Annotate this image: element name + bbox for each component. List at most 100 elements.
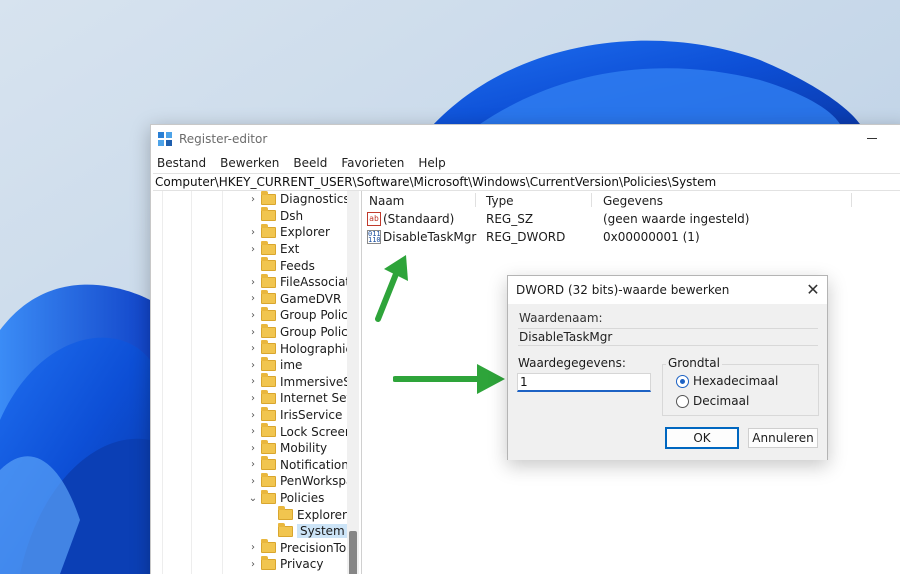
tree-expander-icon[interactable]: ›: [248, 542, 258, 553]
tree-item[interactable]: › Group Policy: [248, 323, 355, 341]
folder-icon: [261, 323, 276, 338]
folder-icon: [261, 290, 276, 305]
close-icon[interactable]: ✕: [805, 282, 821, 298]
folder-icon: [261, 539, 276, 554]
row-name: DisableTaskMgr: [383, 230, 477, 244]
tree-item-label: Diagnostics: [280, 192, 350, 207]
tree-item[interactable]: › FileAssociati: [248, 273, 353, 291]
tree-item-label: System: [297, 524, 348, 539]
radio-checked-icon: [676, 374, 689, 388]
tree-item-label: ime: [280, 358, 303, 373]
tree-expander-icon[interactable]: ›: [248, 559, 258, 570]
tree-expander-icon[interactable]: ›: [248, 244, 258, 255]
tree-item[interactable]: › Notifications: [248, 456, 356, 474]
list-header: Naam Type Gegevens: [363, 191, 900, 209]
minimize-button[interactable]: [863, 129, 883, 147]
folder-icon: [261, 423, 276, 438]
tree-expander-icon[interactable]: ⌄: [248, 493, 258, 504]
tree-expander-icon[interactable]: ›: [248, 310, 258, 321]
tree-item[interactable]: › ImmersiveSh: [248, 373, 359, 391]
tree-expander-icon[interactable]: ›: [248, 227, 258, 238]
dialog-title: DWORD (32 bits)-waarde bewerken: [516, 283, 730, 297]
tree-item[interactable]: › Internet Sett: [248, 389, 356, 407]
tree-scrollbar-thumb[interactable]: [349, 531, 357, 574]
tree-item[interactable]: Dsh: [248, 207, 303, 225]
menu-bewerken[interactable]: Bewerken: [220, 156, 279, 170]
tree-item-label: IrisService: [280, 408, 343, 423]
tree-item[interactable]: › Diagnostics: [248, 191, 350, 208]
tree-expander-icon[interactable]: ›: [248, 459, 258, 470]
tree-item-label: Privacy: [280, 557, 324, 572]
annotation-arrow-up: [375, 255, 408, 322]
tree-item[interactable]: › PenWorkspa: [248, 472, 353, 490]
menu-help[interactable]: Help: [418, 156, 445, 170]
tree-item[interactable]: › Explorer: [248, 223, 330, 241]
tree-scrollbar[interactable]: [347, 191, 359, 574]
folder-icon: [261, 373, 276, 388]
base-groupbox: [662, 364, 819, 416]
tree-expander-icon[interactable]: ›: [248, 293, 258, 304]
column-header-data[interactable]: Gegevens: [603, 194, 663, 208]
row-name: (Standaard): [383, 212, 455, 226]
tree-expander-icon[interactable]: ›: [248, 393, 258, 404]
tree-expander-icon[interactable]: ›: [248, 376, 258, 387]
list-row[interactable]: ab (Standaard) REG_SZ (geen waarde inges…: [363, 210, 900, 228]
folder-icon: [278, 506, 293, 521]
folder-icon: [261, 273, 276, 288]
tree-expander-icon[interactable]: ›: [248, 194, 258, 205]
value-data-label: Waardegegevens:: [518, 356, 626, 370]
tree-item-label: Policies: [280, 491, 325, 506]
annotation-arrow-right: [393, 364, 505, 394]
menu-bar: Bestand Bewerken Beeld Favorieten Help: [151, 153, 900, 173]
string-value-icon: ab: [367, 212, 381, 226]
menu-beeld[interactable]: Beeld: [293, 156, 327, 170]
column-header-type[interactable]: Type: [486, 194, 514, 208]
tree-item[interactable]: › ime: [248, 356, 303, 374]
cancel-button[interactable]: Annuleren: [748, 428, 818, 448]
address-bar[interactable]: Computer\HKEY_CURRENT_USER\Software\Micr…: [153, 173, 900, 191]
tree-item-label: Lock Screen: [280, 424, 353, 439]
row-data: (geen waarde ingesteld): [603, 212, 750, 226]
radio-hexadecimal[interactable]: Hexadecimaal: [676, 374, 778, 388]
menu-bestand[interactable]: Bestand: [157, 156, 206, 170]
tree-expander-icon[interactable]: ›: [248, 327, 258, 338]
tree-item[interactable]: › Ext: [248, 240, 300, 258]
radio-decimal[interactable]: Decimaal: [676, 394, 749, 408]
dialog-title-bar: DWORD (32 bits)-waarde bewerken: [508, 276, 827, 304]
tree-item-label: Group Policy: [280, 308, 355, 323]
tree-item[interactable]: ⌄ Policies: [248, 489, 325, 507]
tree-item[interactable]: Feeds: [248, 257, 315, 274]
folder-icon: [261, 489, 276, 504]
tree-expander-icon[interactable]: ›: [248, 476, 258, 487]
registry-editor-icon: [158, 132, 172, 146]
tree-expander-icon[interactable]: ›: [248, 343, 258, 354]
tree-item[interactable]: › Privacy: [248, 555, 324, 573]
tree-expander-icon[interactable]: ›: [248, 410, 258, 421]
value-name-field: DisableTaskMgr: [518, 328, 818, 346]
tree-expander-icon[interactable]: ›: [248, 277, 258, 288]
tree-item[interactable]: › Lock Screen: [248, 423, 352, 440]
tree-item[interactable]: › IrisService: [248, 406, 343, 424]
tree-expander-icon[interactable]: ›: [248, 360, 258, 371]
column-header-name[interactable]: Naam: [369, 194, 404, 208]
tree-item[interactable]: › Group Policy: [248, 306, 355, 324]
tree-item-label: Notifications: [280, 457, 356, 472]
tree-item-label: Mobility: [280, 441, 328, 456]
tree-item[interactable]: › GameDVR: [248, 290, 341, 308]
menu-favorieten[interactable]: Favorieten: [341, 156, 404, 170]
tree-item[interactable]: › Holographic: [248, 340, 352, 357]
ok-button[interactable]: OK: [665, 427, 739, 449]
tree-item[interactable]: Explorer: [265, 506, 347, 523]
tree-item[interactable]: System: [265, 522, 348, 540]
tree-item[interactable]: › Mobility: [248, 439, 328, 457]
tree-expander-icon[interactable]: ›: [248, 426, 258, 437]
tree-item-label: Group Policy: [280, 325, 355, 340]
tree-expander-icon[interactable]: ›: [248, 443, 258, 454]
tree-item-label: Explorer: [297, 507, 347, 522]
row-type: REG_SZ: [486, 212, 534, 226]
tree-item[interactable]: › PrecisionTou: [248, 539, 354, 557]
tree-item-label: Ext: [280, 242, 300, 257]
value-data-input[interactable]: [517, 373, 651, 392]
list-row[interactable]: 011 110 DisableTaskMgr REG_DWORD 0x00000…: [363, 228, 900, 246]
base-group-label: Grondtal: [666, 356, 722, 370]
